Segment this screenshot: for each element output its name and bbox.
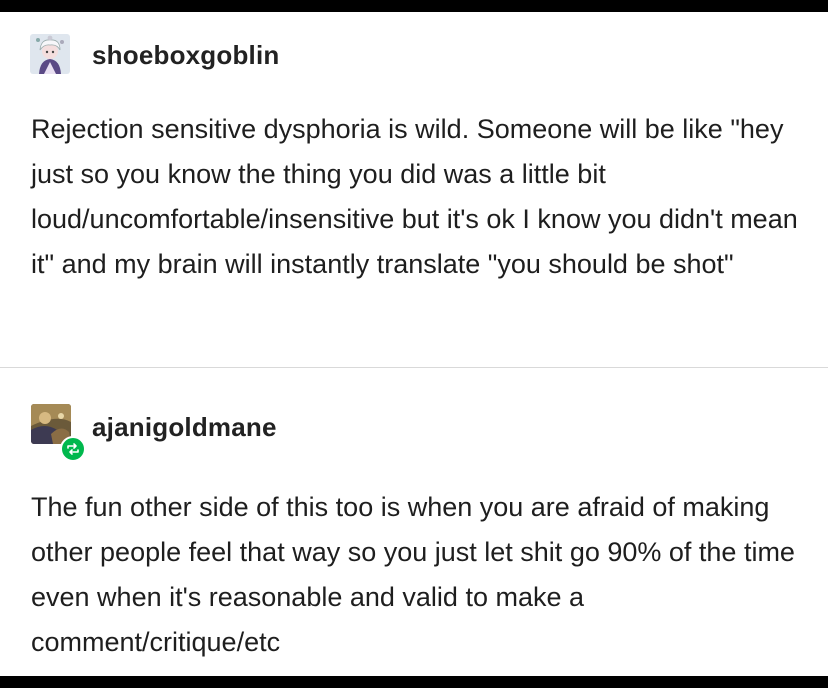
post-ajanigoldmane: ajanigoldmane The fun other side of this… — [0, 369, 828, 676]
post-body-text: Rejection sensitive dysphoria is wild. S… — [31, 114, 798, 279]
avatar[interactable] — [30, 34, 70, 74]
cartoon-avatar-icon — [30, 34, 70, 74]
post-divider — [0, 367, 828, 368]
post-shoeboxgoblin: shoeboxgoblin Rejection sensitive dyspho… — [0, 12, 828, 368]
post-body-text: The fun other side of this too is when y… — [31, 492, 795, 657]
tumblr-post-card: shoeboxgoblin Rejection sensitive dyspho… — [0, 12, 828, 676]
post-username[interactable]: ajanigoldmane — [92, 412, 277, 443]
post-username[interactable]: shoeboxgoblin — [92, 40, 279, 71]
reblog-icon — [60, 436, 86, 462]
